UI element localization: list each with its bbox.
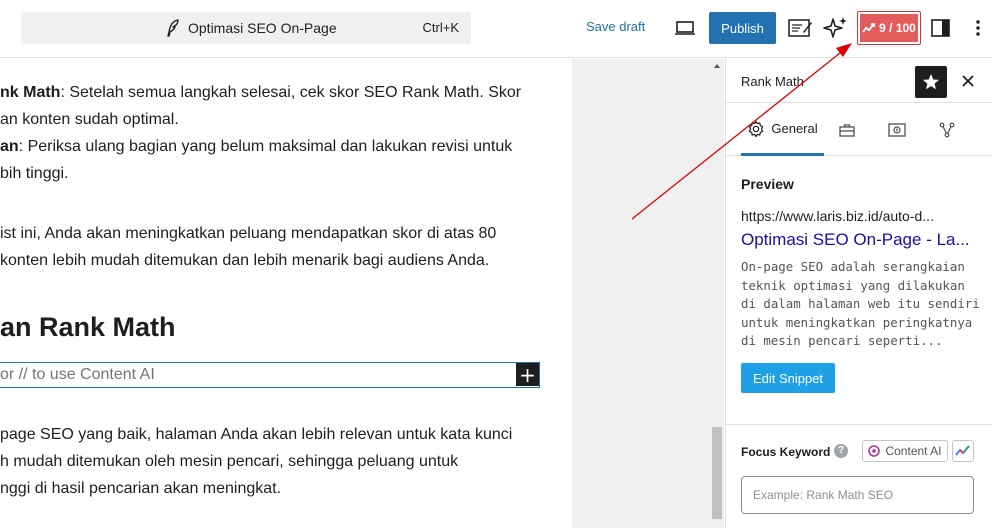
content-ai-button[interactable]: Content AI <box>862 440 948 462</box>
close-icon <box>962 75 974 87</box>
seo-score-value: 9 / 100 <box>879 21 916 35</box>
social-icon <box>939 122 955 138</box>
command-shortcut: Ctrl+K <box>422 20 459 35</box>
content-ai-block-input[interactable]: or // to use Content AI <box>0 362 540 388</box>
notepad-icon <box>788 19 812 37</box>
paragraph-line[interactable]: konten lebih mudah ditemukan dan lebih m… <box>0 247 489 274</box>
tab-general-label: General <box>771 121 818 136</box>
edit-snippet-button[interactable]: Edit Snippet <box>741 363 835 393</box>
content-ai-icon <box>868 445 881 457</box>
paragraph-line[interactable]: an: Periksa ulang bagian yang belum maks… <box>0 133 512 160</box>
content-ai-label: Content AI <box>885 444 942 458</box>
trends-icon <box>955 445 970 456</box>
sidebar-header: Rank Math <box>726 59 992 103</box>
schema-icon <box>888 123 906 137</box>
section-heading[interactable]: an Rank Math <box>0 312 176 343</box>
command-palette-button[interactable]: Optimasi SEO On-Page Ctrl+K <box>21 12 471 44</box>
editor-toolbar: Optimasi SEO On-Page Ctrl+K Save draft P… <box>0 0 992 58</box>
save-draft-button[interactable]: Save draft <box>586 19 645 34</box>
keyword-trends-button[interactable] <box>952 440 974 462</box>
toolbox-icon <box>839 124 855 137</box>
seo-score-button[interactable]: 9 / 100 <box>857 11 921 45</box>
editor-gutter <box>572 59 712 528</box>
paragraph-line[interactable]: nk Math: Setelah semua langkah selesai, … <box>0 79 521 106</box>
scrollbar-thumb[interactable] <box>712 427 722 519</box>
preview-heading: Preview <box>741 176 794 192</box>
ai-assistant-button[interactable] <box>822 14 850 42</box>
star-icon <box>923 74 939 90</box>
settings-sidebar-toggle[interactable] <box>927 14 955 42</box>
snippet-url: https://www.laris.biz.id/auto-d... <box>741 208 934 224</box>
rank-math-icon <box>862 23 876 33</box>
options-menu-button[interactable] <box>968 14 988 42</box>
snippet-description: On-page SEO adalah serangkaian teknik op… <box>741 259 980 348</box>
editor-canvas[interactable]: nk Math: Setelah semua langkah selesai, … <box>0 59 572 528</box>
help-icon[interactable]: ? <box>834 444 848 458</box>
tab-social[interactable] <box>934 104 960 156</box>
rank-math-sidebar: Rank Math General Preview https://www.la… <box>725 59 992 528</box>
paragraph-line[interactable]: h mudah ditemukan oleh mesin pencari, se… <box>0 448 458 475</box>
scroll-up-icon[interactable] <box>712 61 722 71</box>
paragraph-line[interactable]: bih tinggi. <box>0 160 69 187</box>
paragraph-line[interactable]: nggi di hasil pencarian akan meningkat. <box>0 475 281 502</box>
gear-icon <box>749 120 764 137</box>
focus-keyword-label: Focus Keyword <box>741 445 831 459</box>
sidebar-tabs: General <box>726 104 992 156</box>
kebab-icon <box>976 20 980 36</box>
pin-sidebar-button[interactable] <box>915 66 947 98</box>
sparkles-icon <box>823 17 847 38</box>
tab-advanced[interactable] <box>834 104 860 156</box>
preview-button[interactable] <box>672 16 698 40</box>
paragraph-line[interactable]: page SEO yang baik, halaman Anda akan le… <box>0 421 512 448</box>
quill-icon <box>167 19 179 37</box>
editor-scrollbar[interactable] <box>710 59 724 528</box>
tab-general[interactable]: General <box>741 104 824 156</box>
paragraph-line[interactable]: ist ini, Anda akan meningkatkan peluang … <box>0 220 496 247</box>
editor-mode-button[interactable] <box>786 14 814 42</box>
snippet-title: Optimasi SEO On-Page - La... <box>741 230 970 249</box>
document-title: Optimasi SEO On-Page <box>188 20 337 36</box>
sidebar-icon <box>931 19 950 37</box>
paragraph-line[interactable]: an konten sudah optimal. <box>0 106 179 133</box>
close-sidebar-button[interactable] <box>956 69 980 93</box>
focus-keyword-section: Focus Keyword ? Content AI <box>726 426 992 528</box>
snippet-preview-section: Preview https://www.laris.biz.id/auto-d.… <box>726 157 992 425</box>
sidebar-title: Rank Math <box>741 74 804 89</box>
publish-button[interactable]: Publish <box>709 12 776 44</box>
focus-keyword-input[interactable] <box>741 476 974 514</box>
tab-schema[interactable] <box>884 104 910 156</box>
add-block-button[interactable]: + <box>516 363 539 386</box>
laptop-icon <box>675 21 695 35</box>
